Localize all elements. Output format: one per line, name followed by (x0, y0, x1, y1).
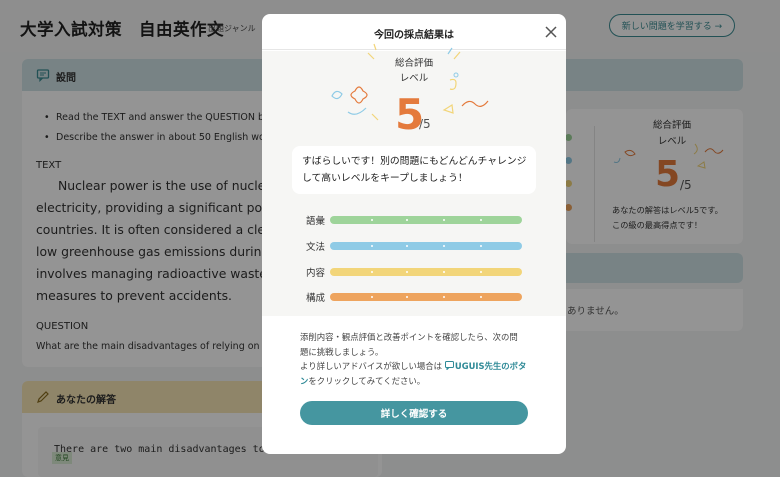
score-step-dot (406, 271, 408, 273)
feedback-line: すばらしいです！別の問題にもどんどんチャレンジ (302, 156, 527, 167)
overall-level-value: 5 (395, 90, 425, 139)
advice-line: 題に挑戦しましょう。 (300, 346, 384, 357)
advice-pre: より詳しいアドバイスが欲しい場合は (300, 361, 442, 371)
category-score-row: 構成 (306, 290, 526, 304)
score-result-modal: 今回の採点結果は 総合評価 レベル 5 /5 すばらしいです！別の問題にもどんど… (262, 14, 566, 454)
advice-line: 添削内容・観点評価と改善ポイントを確認したら、次の問 (300, 332, 518, 342)
score-step-dot (480, 219, 482, 221)
advice-line: ンをクリックしてみてください。 (300, 374, 532, 389)
score-step-dot (443, 219, 445, 221)
category-label: 内容 (306, 268, 326, 279)
score-step-dot (406, 296, 408, 298)
category-score-bar (330, 293, 522, 301)
overall-eval-line: レベル (399, 73, 429, 84)
category-score-bar (330, 242, 522, 250)
score-step-dot (406, 245, 408, 247)
overall-eval-line: 総合評価 (394, 58, 433, 69)
advice-text: 添削内容・観点評価と改善ポイントを確認したら、次の問 題に挑戦しましょう。 より… (300, 330, 532, 388)
score-step-dot (371, 245, 373, 247)
category-label: 文法 (306, 242, 326, 253)
score-step-dot (371, 296, 373, 298)
score-step-dot (480, 271, 482, 273)
category-score-bar (330, 268, 522, 276)
uguis-link[interactable]: UGUIS先生のボタ (442, 361, 526, 371)
advice-post: をクリックしてみてください。 (308, 375, 426, 386)
category-score-row: 語彙 (306, 213, 526, 227)
score-step-dot (406, 219, 408, 221)
chat-icon (444, 361, 454, 371)
category-score-row: 内容 (306, 265, 526, 279)
uguis-link-text: UGUIS先生のボタ (454, 361, 527, 371)
score-step-dot (371, 271, 373, 273)
category-label: 語彙 (306, 216, 326, 227)
score-step-dot (480, 296, 482, 298)
category-score-row: 文法 (306, 239, 526, 253)
score-step-dot (371, 219, 373, 221)
score-step-dot (443, 296, 445, 298)
overall-level-max: /5 (419, 117, 431, 131)
overall-eval-label: 総合評価 レベル (386, 56, 442, 86)
advice-line: より詳しいアドバイスが欲しい場合は UGUIS先生のボタ (300, 359, 532, 374)
score-step-dot (443, 245, 445, 247)
feedback-line: して高いレベルをキープしましょう！ (302, 173, 468, 184)
category-label: 構成 (306, 293, 326, 304)
feedback-message: すばらしいです！別の問題にもどんどんチャレンジ して高いレベルをキープしましょう… (292, 146, 536, 194)
category-score-bar (330, 216, 522, 224)
score-step-dot (443, 271, 445, 273)
view-details-button[interactable]: 詳しく確認する (300, 401, 528, 425)
score-step-dot (480, 245, 482, 247)
